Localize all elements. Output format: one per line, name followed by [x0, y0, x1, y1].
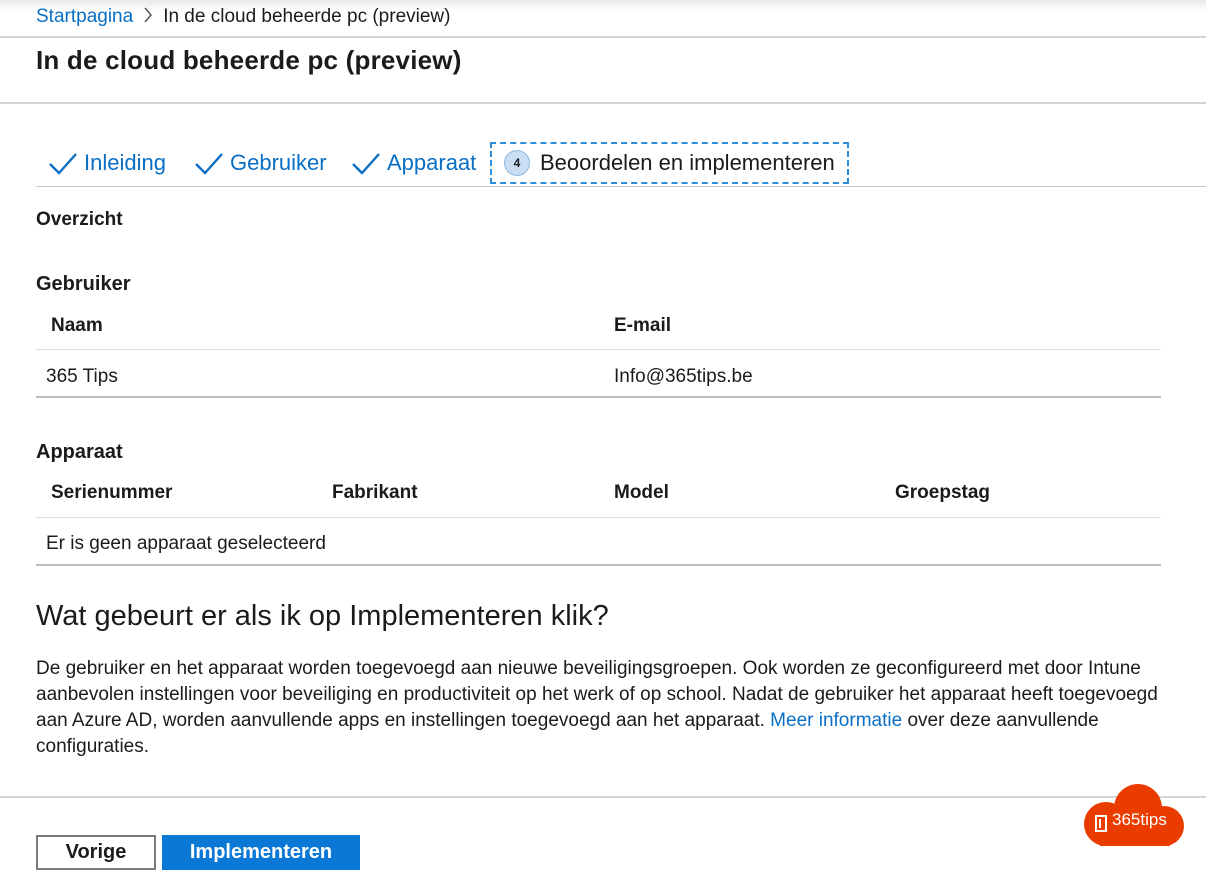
tab-label: Inleiding — [84, 150, 166, 175]
breadcrumb-current: In de cloud beheerde pc (preview) — [163, 6, 451, 27]
table-header-divider — [36, 349, 1161, 350]
column-header-manufacturer: Fabrikant — [332, 482, 418, 503]
info-description: De gebruiker en het apparaat worden toeg… — [36, 656, 1166, 760]
top-bar: Startpagina In de cloud beheerde pc (pre… — [0, 0, 1206, 38]
column-header-email: E-mail — [614, 315, 672, 336]
tab-label: Apparaat — [387, 150, 477, 175]
more-info-link[interactable]: Meer informatie — [770, 710, 902, 731]
empty-device-message: Er is geen apparaat geselecteerd — [46, 533, 326, 554]
deploy-button[interactable]: Implementeren — [162, 835, 360, 870]
tab-apparaat[interactable]: Apparaat — [351, 142, 476, 184]
device-section-heading: Apparaat — [36, 441, 123, 463]
user-section-heading: Gebruiker — [36, 273, 131, 295]
column-header-group-tag: Groepstag — [895, 482, 991, 503]
user-email-cell: Info@365tips.be — [614, 366, 753, 387]
page-title: In de cloud beheerde pc (preview) — [36, 45, 462, 75]
chevron-right-icon — [133, 7, 163, 28]
tab-gebruiker[interactable]: Gebruiker — [194, 142, 327, 184]
table-header-divider — [36, 517, 1161, 518]
title-divider — [0, 102, 1206, 104]
column-header-serial: Serienummer — [51, 482, 173, 503]
breadcrumb: Startpagina In de cloud beheerde pc (pre… — [36, 6, 450, 28]
tab-label: Gebruiker — [230, 150, 327, 175]
logo-text: 365tips — [1112, 810, 1167, 829]
tab-inleiding[interactable]: Inleiding — [48, 142, 166, 184]
column-header-name: Naam — [51, 315, 103, 336]
checkmark-icon — [195, 153, 223, 175]
table-bottom-divider — [36, 564, 1161, 566]
step-number-badge: 4 — [504, 150, 530, 176]
breadcrumb-home-link[interactable]: Startpagina — [36, 6, 133, 28]
footer-divider — [0, 796, 1206, 798]
checkmark-icon — [49, 153, 77, 175]
user-name-cell: 365 Tips — [46, 366, 118, 387]
column-header-model: Model — [614, 482, 669, 503]
tabs-divider — [36, 186, 1206, 187]
info-heading: Wat gebeurt er als ik op Implementeren k… — [36, 600, 609, 632]
previous-button[interactable]: Vorige — [36, 835, 156, 870]
table-bottom-divider — [36, 396, 1161, 398]
checkmark-icon — [352, 153, 380, 175]
tab-label: Beoordelen en implementeren — [540, 150, 835, 175]
wizard-tabs: Inleiding Gebruiker Apparaat 4 Beoordele… — [36, 142, 1206, 186]
tab-beoordelen-en-implementeren[interactable]: 4 Beoordelen en implementeren — [490, 142, 849, 184]
overview-heading: Overzicht — [36, 209, 123, 230]
